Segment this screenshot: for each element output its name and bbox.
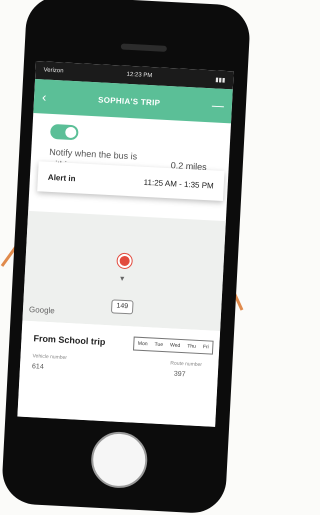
trip-summary: From School trip Mon Tue Wed Thu Fri Veh… <box>17 321 220 427</box>
phone-speaker <box>121 43 167 51</box>
chevron-left-icon[interactable]: ‹ <box>42 89 47 104</box>
route-number-label: Route number <box>170 360 202 368</box>
more-icon[interactable]: — <box>212 98 225 113</box>
alert-label: Alert in <box>48 172 76 182</box>
toggle-knob <box>65 127 77 139</box>
road-number-badge: 149 <box>111 299 134 314</box>
route-number-value: 397 <box>174 371 186 379</box>
map-logo: Google <box>29 305 55 315</box>
battery-icon: ▮▮▮ <box>215 76 225 84</box>
alert-time-window: 11:25 AM - 1:35 PM <box>143 177 213 190</box>
vehicle-number-label: Vehicle number <box>32 353 67 361</box>
trip-days: Mon Tue Wed Thu Fri <box>133 337 214 355</box>
bus-stop-marker-icon[interactable] <box>117 254 132 269</box>
app-screen: Verizon 12:23 PM ▮▮▮ ‹ SOPHIA'S TRIP — N… <box>17 61 233 427</box>
vehicle-number-value: 614 <box>32 363 44 371</box>
phone-frame: Verizon 12:23 PM ▮▮▮ ‹ SOPHIA'S TRIP — N… <box>1 0 251 515</box>
day-label: Wed <box>170 342 181 349</box>
day-label: Tue <box>154 342 163 348</box>
trip-name: From School trip <box>33 333 105 347</box>
status-time: 12:23 PM <box>126 72 152 79</box>
day-label: Mon <box>138 341 148 348</box>
carrier-label: Verizon <box>43 67 63 74</box>
home-button[interactable] <box>90 431 149 490</box>
notify-toggle[interactable] <box>50 124 79 140</box>
day-label: Fri <box>203 344 209 350</box>
day-label: Thu <box>187 343 196 349</box>
map-view[interactable]: ▼ 149 Google <box>22 211 225 331</box>
chevron-down-icon: ▼ <box>119 276 126 283</box>
page-title: SOPHIA'S TRIP <box>98 95 161 107</box>
